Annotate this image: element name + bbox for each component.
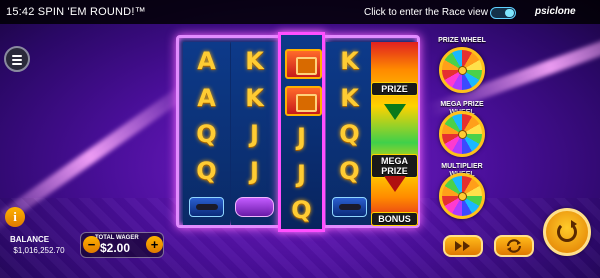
- mega-prize-wheel-icon: [439, 111, 485, 157]
- increase-wager-button[interactable]: +: [146, 236, 163, 253]
- symbol-k: K: [340, 47, 359, 75]
- reel-3: JJQ: [278, 32, 325, 232]
- symbol-a: A: [197, 47, 216, 75]
- brand-logo: psiclone: [535, 6, 576, 17]
- menu-button[interactable]: [4, 46, 30, 72]
- symbol-j: J: [250, 156, 259, 185]
- autoplay-icon: [506, 239, 522, 253]
- symbol-q: Q: [339, 120, 360, 148]
- race-view-toggle[interactable]: [490, 7, 516, 19]
- symbol-j: J: [250, 120, 259, 148]
- jetski-symbol: [332, 197, 367, 217]
- clock: 15:42: [6, 6, 35, 18]
- wheel-hub: [458, 66, 467, 75]
- autoplay-button[interactable]: [494, 235, 534, 257]
- symbol-q: Q: [339, 156, 360, 185]
- wheel-hub: [458, 192, 467, 201]
- total-wager-value: $2.00: [100, 241, 131, 255]
- symbol-a: A: [197, 83, 216, 112]
- hamburger-line: [12, 55, 22, 57]
- game-title: SPIN 'EM ROUND!™: [37, 6, 146, 18]
- wheel-hub: [458, 130, 467, 139]
- spin-button[interactable]: [543, 208, 591, 256]
- prize-tile-symbol: [285, 49, 322, 79]
- symbol-k: K: [340, 83, 359, 112]
- down-arrow-icon: [384, 104, 406, 120]
- symbol-j: J: [297, 159, 306, 188]
- spin-arrow-icon: [571, 220, 577, 228]
- toggle-knob: [505, 9, 514, 17]
- reel-2: KKJJ: [231, 42, 278, 225]
- reel-1: AAQQ: [183, 42, 230, 225]
- prize-tile-symbol: [285, 85, 322, 116]
- bonus-reel-prize-label: PRIZE: [371, 82, 418, 96]
- jetski-symbol: [189, 197, 224, 217]
- prize-wheel-title: PRIZE WHEEL: [438, 37, 486, 44]
- hamburger-line: [12, 59, 22, 61]
- car-symbol: [235, 197, 274, 217]
- fast-forward-icon: [455, 241, 470, 251]
- time-and-title: 15:42 SPIN 'EM ROUND!™: [6, 6, 146, 18]
- balance-value: $1,016,252.70: [13, 246, 65, 255]
- down-arrow-icon: [384, 176, 406, 192]
- balance-label: BALANCE: [10, 235, 50, 244]
- status-bar: 15:42 SPIN 'EM ROUND!™ Click to enter th…: [0, 0, 600, 24]
- game-stage: 15:42 SPIN 'EM ROUND!™ Click to enter th…: [0, 0, 600, 278]
- reel-4: KKQQ: [326, 42, 373, 225]
- symbol-q: Q: [196, 156, 217, 185]
- bonus-reel-mega-prize-label: MEGA PRIZE: [371, 154, 418, 178]
- multiplier-wheel-icon: [439, 173, 485, 219]
- decrease-wager-button[interactable]: −: [83, 236, 100, 253]
- race-view-link[interactable]: Click to enter the Race view: [364, 7, 488, 18]
- prize-wheel-icon: [439, 47, 485, 93]
- info-button[interactable]: i: [5, 207, 25, 227]
- hamburger-line: [12, 63, 22, 65]
- reel-frame: AAQQ KKJJ JJQ KKQQ PRIZE MEGA PRIZE BONU…: [176, 32, 420, 232]
- symbol-k: K: [245, 47, 264, 75]
- symbol-q: Q: [196, 120, 217, 148]
- fast-forward-button[interactable]: [443, 235, 483, 257]
- symbol-q: Q: [291, 196, 312, 224]
- bonus-reel: PRIZE MEGA PRIZE BONUS: [371, 42, 418, 226]
- bonus-reel-bonus-label: BONUS: [371, 212, 418, 226]
- symbol-j: J: [297, 123, 306, 151]
- symbol-k: K: [245, 83, 264, 112]
